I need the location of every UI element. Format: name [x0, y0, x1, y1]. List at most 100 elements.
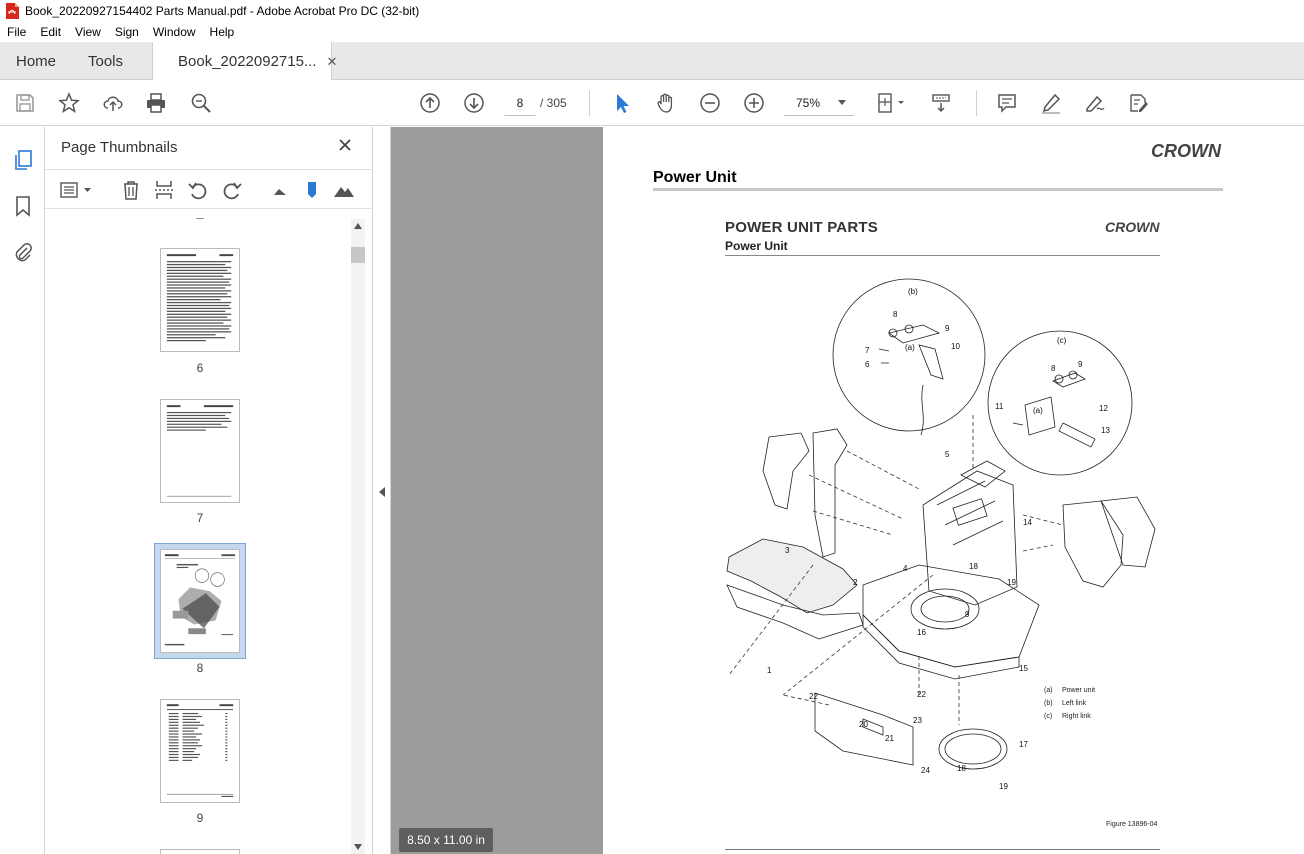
thumbnail-page-8[interactable] [160, 549, 240, 653]
detail-label-a: (a) [905, 343, 915, 352]
hand-icon[interactable] [653, 90, 679, 116]
thumbnail-large-icon[interactable] [332, 178, 356, 202]
window-title: Book_20220927154402 Parts Manual.pdf - A… [25, 4, 420, 18]
callout-9: 9 [945, 324, 950, 333]
callout-23: 23 [913, 716, 922, 725]
scrollbar-thumb[interactable] [351, 247, 365, 263]
callout-24: 24 [921, 766, 930, 775]
detail-circle-b [832, 278, 986, 432]
legend-key: (c) [1044, 713, 1053, 720]
detail-label-a: (a) [1033, 406, 1043, 415]
comment-icon[interactable] [994, 90, 1020, 116]
callout-3: 3 [785, 546, 790, 555]
tab-close-icon[interactable]: ✕ [326, 54, 337, 70]
thumbnails-scrollbar[interactable] [351, 219, 365, 854]
legend-key: (b) [1044, 700, 1053, 707]
menu-help[interactable]: Help [203, 25, 242, 39]
trash-icon[interactable] [119, 178, 143, 202]
exploded-parts-diagram: (b) (c) (a) (a) 8 9 10 7 6 8 9 12 11 13 … [726, 278, 1156, 791]
insert-pages-icon[interactable] [152, 178, 176, 202]
section-title: POWER UNIT PARTS [725, 219, 878, 236]
collapse-panel-icon[interactable] [379, 487, 385, 497]
arrow-down-circle-icon[interactable] [461, 90, 487, 116]
print-icon[interactable] [143, 90, 169, 116]
toolbar-separator [976, 90, 977, 116]
minus-circle-icon[interactable] [697, 90, 723, 116]
callout-11: 11 [995, 402, 1004, 411]
draw-sign-icon[interactable] [1082, 90, 1108, 116]
thumbnail-6-content [166, 254, 234, 342]
scroll-mode-icon[interactable] [928, 90, 954, 116]
callout-12: 12 [1099, 404, 1108, 413]
callout-19: 19 [1007, 578, 1016, 587]
legend-key: (a) [1044, 687, 1053, 694]
thumbnail-label: 8 [196, 661, 204, 675]
panel-splitter[interactable] [373, 127, 391, 854]
section-subtitle: Power Unit [725, 239, 788, 253]
page-number-input[interactable]: 8 [504, 90, 536, 116]
menu-sign[interactable]: Sign [108, 25, 146, 39]
callout-22: 22 [917, 690, 926, 699]
thumbnail-7-content [166, 405, 234, 497]
thumbnail-page-6[interactable] [160, 248, 240, 352]
bookmark-icon[interactable] [10, 193, 36, 219]
page-thumbnails-icon[interactable] [10, 147, 36, 173]
tab-document[interactable]: Book_2022092715... ✕ [152, 42, 337, 81]
scroll-down-icon[interactable] [354, 844, 362, 850]
zoom-value: 75% [796, 95, 821, 110]
plus-circle-icon[interactable] [741, 90, 767, 116]
thumbnail-page-9[interactable] [160, 699, 240, 803]
zoom-find-icon[interactable] [188, 90, 214, 116]
tab-tools[interactable]: Tools [88, 42, 123, 80]
callout-5: 5 [945, 450, 950, 459]
save-icon[interactable] [12, 90, 38, 116]
panel-title: Page Thumbnails [61, 139, 178, 156]
cursor-arrow-icon[interactable] [609, 90, 635, 116]
thumbnail-size-slider-icon[interactable] [300, 178, 324, 202]
legend-text: Power unit [1062, 687, 1096, 694]
thumbnail-8-content [164, 554, 236, 646]
page-title: Power Unit [653, 169, 737, 186]
callout-16: 16 [917, 628, 926, 637]
thumbnails-panel: Page Thumbnails 6 7 8 9 [45, 127, 373, 854]
menu-view[interactable]: View [68, 25, 108, 39]
tab-home[interactable]: Home [16, 42, 56, 80]
legend-text: Right link [1062, 713, 1091, 720]
paperclip-icon[interactable] [10, 239, 36, 265]
edit-text-icon[interactable] [1126, 90, 1152, 116]
thumbnail-small-icon[interactable] [268, 178, 292, 202]
menu-edit[interactable]: Edit [33, 25, 68, 39]
callout-20: 20 [859, 720, 868, 729]
tab-bar: Home Tools Book_2022092715... ✕ [0, 42, 1304, 81]
close-icon[interactable] [335, 135, 355, 155]
chevron-down-icon [838, 100, 846, 105]
thumbnail-page-7[interactable] [160, 399, 240, 503]
detail-label-c: (c) [1057, 336, 1067, 345]
callout-1: 1 [767, 666, 772, 675]
callout-13: 13 [1101, 426, 1110, 435]
options-menu-icon[interactable] [59, 178, 95, 202]
pdf-page: CROWN Power Unit POWER UNIT PARTS CROWN … [603, 127, 1304, 854]
rotate-right-icon[interactable] [220, 178, 244, 202]
rotate-left-icon[interactable] [186, 178, 210, 202]
callout-10: 10 [951, 342, 960, 351]
callout-18: 18 [957, 764, 966, 773]
menu-window[interactable]: Window [146, 25, 203, 39]
menu-bar: File Edit View Sign Window Help [0, 22, 1304, 42]
tab-document-label: Book_2022092715... [178, 53, 317, 70]
scroll-up-icon[interactable] [354, 223, 362, 229]
zoom-select[interactable]: 75% [784, 90, 854, 116]
legend-row: (a) Power unit [1044, 684, 1095, 697]
menu-file[interactable]: File [0, 25, 33, 39]
star-icon[interactable] [56, 90, 82, 116]
page-fit-icon[interactable] [873, 90, 909, 116]
thumbnail-partial-top [196, 215, 204, 219]
legend-row: (c) Right link [1044, 710, 1095, 723]
highlight-pen-icon[interactable] [1038, 90, 1064, 116]
document-viewport[interactable]: CROWN Power Unit POWER UNIT PARTS CROWN … [391, 127, 1304, 854]
callout-8: 8 [1051, 364, 1056, 373]
upload-icon[interactable] [100, 90, 126, 116]
figure-legend: (a) Power unit (b) Left link (c) Right link [1044, 684, 1095, 723]
arrow-up-circle-icon[interactable] [417, 90, 443, 116]
section-rule [725, 255, 1160, 256]
